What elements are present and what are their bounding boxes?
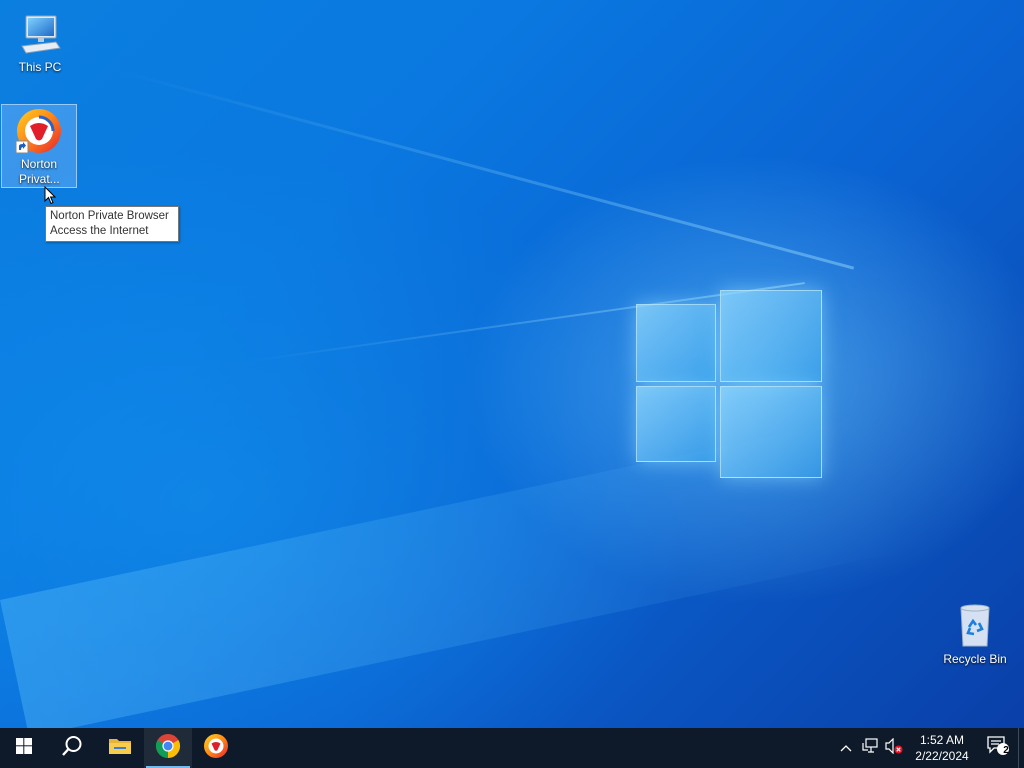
desktop-icon-label: This PC [18, 60, 62, 74]
clock[interactable]: 1:52 AM 2/22/2024 [906, 732, 978, 764]
desktop-icon-norton-private-browser[interactable]: Norton Privat... [1, 104, 77, 188]
computer-icon [16, 10, 64, 58]
tooltip: Norton Private Browser Access the Intern… [45, 206, 179, 242]
windows-start-icon [16, 737, 32, 759]
network-button[interactable] [858, 728, 882, 768]
volume-button[interactable] [882, 728, 906, 768]
volume-muted-icon [885, 737, 903, 759]
windows-logo-wallpaper [636, 290, 824, 482]
notification-count-badge: 2 [1003, 745, 1009, 756]
chevron-up-icon [840, 739, 852, 757]
file-explorer-icon [108, 736, 132, 761]
taskbar: 1:52 AM 2/22/2024 2 [0, 728, 1024, 768]
recycle-bin-icon [951, 602, 999, 650]
mouse-cursor-icon [44, 185, 57, 210]
start-button[interactable] [0, 728, 48, 768]
clock-date: 2/22/2024 [915, 749, 969, 763]
tooltip-description: Access the Internet [50, 225, 149, 237]
desktop-icon-label: Recycle Bin [943, 652, 1007, 666]
norton-private-browser-icon [15, 107, 63, 155]
light-beam [119, 70, 855, 270]
show-hidden-icons-button[interactable] [834, 728, 858, 768]
taskbar-chrome[interactable] [144, 728, 192, 768]
norton-private-browser-icon [203, 733, 229, 764]
desktop-icon-label: Norton Privat... [19, 157, 60, 186]
search-button[interactable] [48, 728, 96, 768]
network-icon [862, 737, 878, 759]
show-desktop-button[interactable] [1018, 728, 1024, 768]
taskbar-norton-private-browser[interactable] [192, 728, 240, 768]
desktop-icon-this-pc[interactable]: This PC [2, 8, 78, 75]
desktop-icon-recycle-bin[interactable]: Recycle Bin [937, 600, 1013, 667]
desktop-wallpaper [0, 0, 1024, 728]
taskbar-file-explorer[interactable] [96, 728, 144, 768]
chrome-icon [155, 733, 181, 764]
tooltip-title: Norton Private Browser [50, 210, 169, 222]
action-center-button[interactable]: 2 [978, 728, 1018, 768]
system-tray: 1:52 AM 2/22/2024 2 [834, 728, 1024, 768]
search-icon [61, 735, 83, 762]
clock-time: 1:52 AM [919, 733, 965, 747]
